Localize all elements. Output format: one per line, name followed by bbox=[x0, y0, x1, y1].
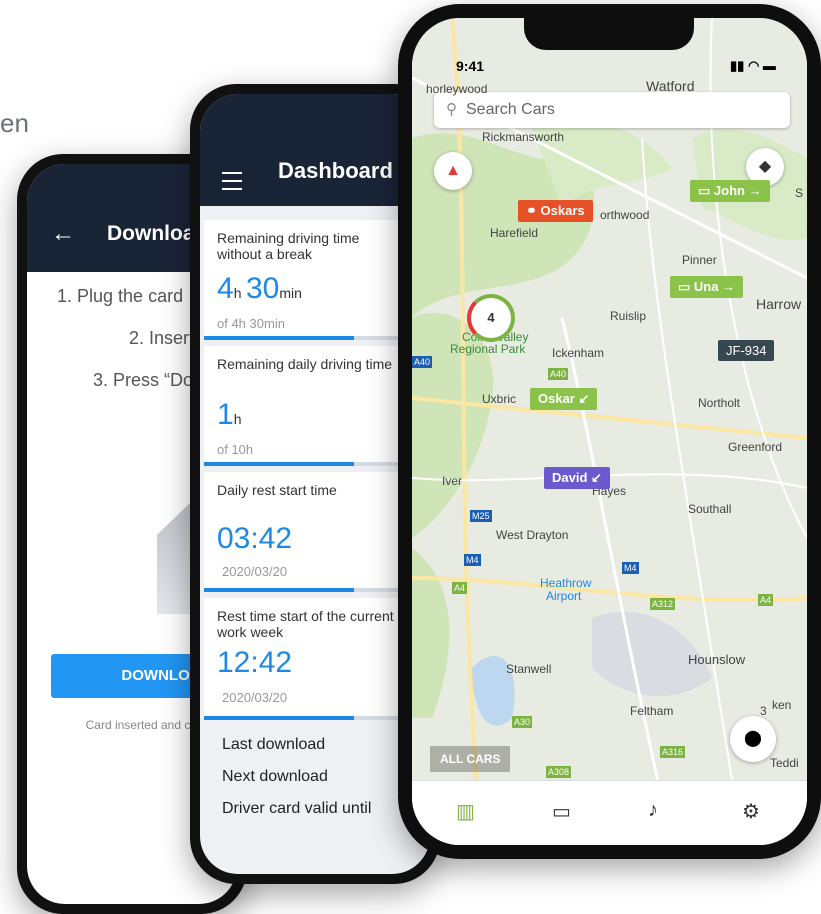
bell-icon[interactable]: ♪ bbox=[648, 799, 658, 822]
dashboard-title: Dashboard bbox=[278, 158, 393, 183]
gear-icon[interactable]: ⚙ bbox=[742, 799, 760, 824]
place-label: horleywood bbox=[426, 82, 488, 96]
card-daily-driving: Remaining daily driving time 1h of 10h bbox=[204, 346, 430, 466]
background-text: en bbox=[0, 108, 29, 138]
card-sub: 2020/03/20 bbox=[222, 564, 288, 579]
progress-bar bbox=[204, 716, 430, 720]
tab-bar: ▥ ▭ ♪ ⚙ bbox=[412, 780, 807, 845]
place-label: S bbox=[795, 186, 804, 200]
step-2: 2. Insert bbox=[129, 328, 195, 348]
card-valid-row[interactable]: Driver card valid until bbox=[222, 800, 371, 818]
place-label: Ickenham bbox=[552, 346, 605, 360]
hamburger-menu-icon[interactable] bbox=[222, 172, 242, 190]
road-shield: A4 bbox=[452, 582, 468, 594]
step-1: 1. Plug the card bbox=[57, 286, 184, 306]
battery-icon: ▬ bbox=[762, 58, 776, 73]
last-download-row[interactable]: Last download bbox=[222, 736, 325, 754]
progress-bar bbox=[204, 588, 430, 592]
place-label: Harrow bbox=[756, 296, 802, 312]
map-screen: 9:41 ▮▮ ◠ ▬ ⚲ Search Cars ▲ ◆ Watford ho… bbox=[412, 18, 807, 845]
place-label: 3 bbox=[760, 704, 767, 718]
card-label: Daily rest start time bbox=[217, 482, 337, 498]
card-value: 12:42 bbox=[217, 646, 293, 679]
road-shield: A40 bbox=[548, 368, 569, 380]
place-label: Watford bbox=[646, 78, 695, 94]
place-label: Greenford bbox=[728, 440, 783, 454]
card-value: 03:42 bbox=[217, 522, 293, 555]
next-download-row[interactable]: Next download bbox=[222, 768, 328, 786]
road-shield: M4 bbox=[622, 562, 639, 574]
place-label: Southall bbox=[688, 502, 732, 516]
location-pin-icon[interactable]: ⬤ bbox=[730, 716, 776, 762]
marker-una[interactable]: ▭ Una → bbox=[670, 276, 744, 298]
place-label: Uxbric bbox=[482, 392, 517, 406]
compass-icon[interactable]: ▲ bbox=[434, 152, 472, 190]
card-driving-without-break: Remaining driving time without a break 4… bbox=[204, 220, 430, 340]
arrow-left-icon[interactable]: ← bbox=[51, 220, 75, 248]
wifi-icon: ◠ bbox=[747, 58, 760, 73]
card-label: Remaining driving time without a break bbox=[217, 230, 360, 262]
marker-john[interactable]: ▭ John → bbox=[690, 180, 770, 202]
step-3: 3. Press “Do bbox=[93, 370, 194, 390]
road-shield: M25 bbox=[470, 510, 492, 522]
search-icon: ⚲ bbox=[446, 101, 457, 118]
place-label: Rickmansworth bbox=[482, 130, 565, 144]
place-label: orthwood bbox=[600, 208, 650, 222]
place-label: ken bbox=[772, 698, 792, 712]
road-shield: A40 bbox=[412, 356, 433, 368]
place-label: Stanwell bbox=[506, 662, 552, 676]
progress-bar bbox=[204, 462, 430, 466]
place-label: Airport bbox=[546, 589, 582, 603]
card-value: 4h 30min bbox=[217, 272, 302, 305]
search-input[interactable]: Search Cars bbox=[466, 101, 555, 119]
road-shield: A312 bbox=[650, 598, 676, 610]
road-shield: A4 bbox=[758, 594, 774, 606]
dashboard-screen: Dashboard Remaining driving time without… bbox=[200, 94, 430, 874]
place-label: Northolt bbox=[698, 396, 741, 410]
car-icon: ▭ bbox=[698, 183, 714, 198]
place-label: Iver bbox=[442, 474, 463, 488]
card-label: Rest time start of the current work week bbox=[217, 608, 394, 640]
marker-oskars[interactable]: ⚭ Oskars bbox=[518, 200, 593, 222]
road-shield: A316 bbox=[660, 746, 686, 758]
van-icon: ▭ bbox=[678, 279, 694, 294]
card-sub: of 4h 30min bbox=[217, 316, 285, 331]
phone-map: 9:41 ▮▮ ◠ ▬ ⚲ Search Cars ▲ ◆ Watford ho… bbox=[398, 4, 821, 859]
signal-icon: ▮▮ bbox=[730, 58, 745, 73]
marker-jf934[interactable]: JF-934 bbox=[718, 340, 775, 361]
phone-notch bbox=[524, 18, 694, 50]
card-daily-rest: Daily rest start time 03:42 2020/03/20 bbox=[204, 472, 430, 592]
motorbike-icon: ⚭ bbox=[526, 203, 541, 218]
vehicle-cluster[interactable]: 4 bbox=[467, 294, 515, 342]
place-label: Harefield bbox=[490, 226, 539, 240]
card-sub: of 10h bbox=[217, 442, 254, 457]
place-label: Regional Park bbox=[450, 342, 526, 356]
all-cars-button[interactable]: ALL CARS bbox=[430, 746, 511, 772]
card-sub: 2020/03/20 bbox=[222, 690, 288, 705]
place-label: Teddi bbox=[770, 756, 799, 770]
place-label: West Drayton bbox=[496, 528, 569, 542]
place-label: Hounslow bbox=[688, 652, 746, 667]
card-weekly-rest: Rest time start of the current work week… bbox=[204, 598, 430, 720]
place-label: Ruislip bbox=[610, 309, 647, 323]
map-icon[interactable]: ▥ bbox=[456, 799, 475, 824]
place-label: Heathrow bbox=[540, 576, 592, 590]
car-icon[interactable]: ▭ bbox=[552, 799, 571, 824]
card-value: 1h bbox=[217, 398, 242, 431]
download-title: Downloa bbox=[107, 222, 195, 245]
marker-oskar[interactable]: Oskar ↙ bbox=[530, 388, 598, 410]
place-label: Feltham bbox=[630, 704, 674, 718]
progress-bar bbox=[204, 336, 430, 340]
card-label: Remaining daily driving time bbox=[217, 356, 393, 372]
search-bar[interactable]: ⚲ Search Cars bbox=[434, 92, 790, 128]
road-shield: A308 bbox=[546, 766, 572, 778]
road-shield: M4 bbox=[464, 554, 481, 566]
status-time: 9:41 bbox=[456, 58, 485, 74]
dashboard-header: Dashboard bbox=[200, 94, 430, 206]
place-label: Pinner bbox=[682, 253, 717, 267]
marker-david[interactable]: David ↙ bbox=[544, 467, 610, 489]
road-shield: A30 bbox=[512, 716, 533, 728]
status-icons: ▮▮ ◠ ▬ bbox=[730, 58, 776, 74]
